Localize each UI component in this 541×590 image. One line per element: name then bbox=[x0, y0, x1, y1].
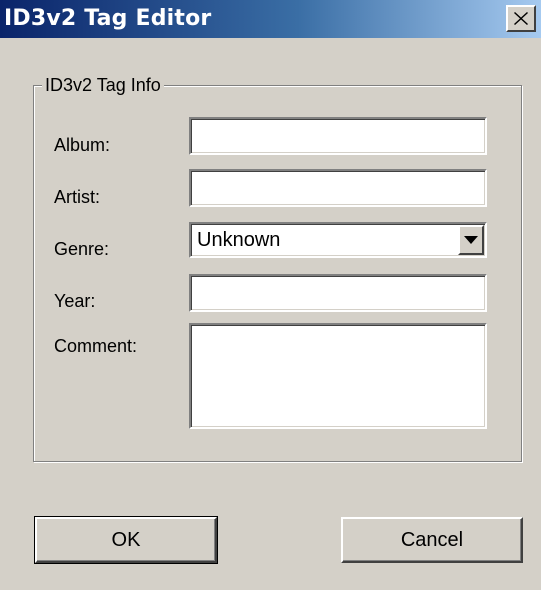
album-field[interactable] bbox=[189, 117, 487, 155]
artist-field[interactable] bbox=[189, 169, 487, 207]
comment-label: Comment: bbox=[54, 336, 138, 356]
ok-button[interactable]: OK bbox=[34, 516, 218, 564]
genre-value: Unknown bbox=[197, 229, 281, 251]
close-button[interactable] bbox=[506, 5, 536, 32]
genre-label: Genre: bbox=[54, 239, 110, 259]
album-label: Album: bbox=[54, 135, 111, 155]
cancel-button[interactable]: Cancel bbox=[341, 517, 523, 563]
artist-label: Artist: bbox=[54, 187, 101, 207]
year-field[interactable] bbox=[189, 274, 487, 312]
close-icon bbox=[514, 12, 528, 25]
genre-select[interactable]: Unknown bbox=[189, 222, 487, 258]
groupbox-label: ID3v2 Tag Info bbox=[42, 74, 164, 96]
genre-dropdown-button[interactable] bbox=[458, 225, 484, 255]
window-title: ID3v2 Tag Editor bbox=[4, 6, 212, 31]
chevron-down-icon bbox=[464, 236, 478, 244]
dialog-window: ID3v2 Tag Editor ID3v2 Tag Info Album: A… bbox=[0, 0, 541, 590]
comment-field[interactable] bbox=[189, 323, 487, 429]
year-label: Year: bbox=[54, 291, 96, 311]
title-bar[interactable]: ID3v2 Tag Editor bbox=[0, 0, 541, 38]
